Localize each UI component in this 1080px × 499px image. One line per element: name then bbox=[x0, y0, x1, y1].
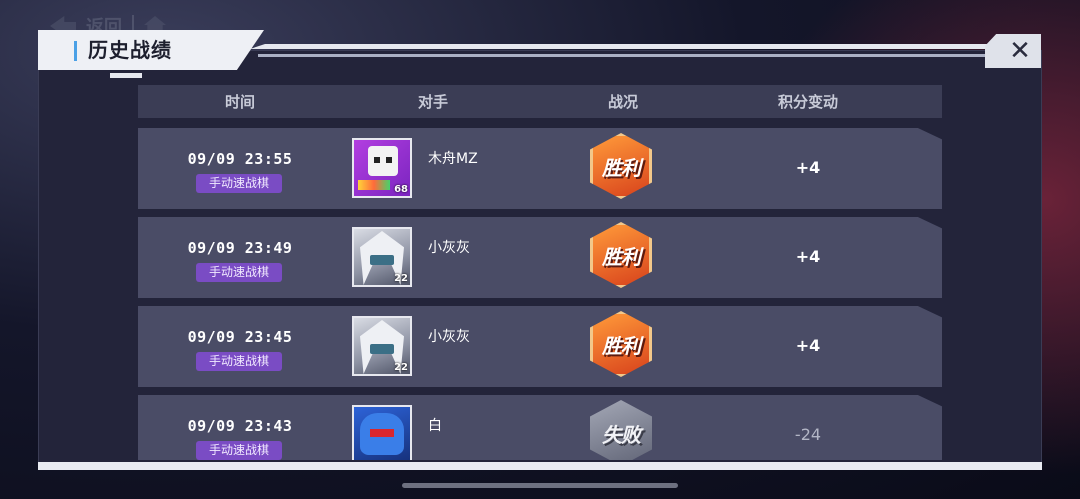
robot-face-icon bbox=[368, 146, 398, 176]
points-change: -24 bbox=[794, 425, 822, 444]
table-row[interactable]: 09/09 23:49 手动速战棋 22 小灰灰 胜利 +4 bbox=[138, 217, 942, 298]
table-header: 时间 对手 战况 积分变动 bbox=[138, 85, 942, 118]
mode-tag: 手动速战棋 bbox=[196, 352, 282, 371]
match-time: 09/09 23:45 bbox=[187, 328, 293, 346]
opponent-name: 小灰灰 bbox=[428, 240, 470, 256]
match-list[interactable]: 09/09 23:55 手动速战棋 68 木舟MZ 胜利 +4 09/09 23… bbox=[138, 128, 942, 460]
result-text: 胜利 bbox=[602, 244, 641, 269]
mode-tag: 手动速战棋 bbox=[196, 174, 282, 193]
mode-tag: 手动速战棋 bbox=[196, 263, 282, 282]
opponent-name: 木舟MZ bbox=[428, 151, 478, 167]
result-badge: 胜利 bbox=[590, 222, 652, 288]
page-title: 历史战绩 bbox=[88, 38, 172, 62]
points-change: +4 bbox=[795, 247, 821, 266]
header-result: 战况 bbox=[607, 93, 638, 111]
table-row[interactable]: 09/09 23:45 手动速战棋 22 小灰灰 胜利 +4 bbox=[138, 306, 942, 387]
header-points: 积分变动 bbox=[777, 93, 838, 111]
header-time: 时间 bbox=[224, 93, 255, 111]
title-accent bbox=[74, 41, 77, 61]
opponent-level: 68 bbox=[394, 184, 408, 195]
mode-tag: 手动速战棋 bbox=[196, 441, 282, 460]
result-badge: 胜利 bbox=[590, 133, 652, 199]
purple-robot-avatar[interactable]: 68 bbox=[352, 138, 412, 198]
match-time: 09/09 23:55 bbox=[187, 150, 293, 168]
opponent-level: 22 bbox=[394, 362, 408, 373]
blue-helmet-avatar[interactable] bbox=[352, 405, 412, 460]
opponent-name: 小灰灰 bbox=[428, 329, 470, 345]
result-badge: 胜利 bbox=[590, 311, 652, 377]
header-opponent: 对手 bbox=[417, 93, 448, 111]
table-row[interactable]: 09/09 23:55 手动速战棋 68 木舟MZ 胜利 +4 bbox=[138, 128, 942, 209]
header-stripe-thin bbox=[258, 54, 994, 57]
mask-shape bbox=[370, 255, 394, 265]
points-change: +4 bbox=[795, 336, 821, 355]
opponent-name: 白 bbox=[428, 418, 442, 434]
deco-bar bbox=[110, 73, 142, 78]
close-icon: ✕ bbox=[1009, 36, 1031, 66]
match-time: 09/09 23:49 bbox=[187, 239, 293, 257]
visor-shape bbox=[370, 429, 394, 437]
panel-bottom-border bbox=[38, 462, 1042, 470]
table-row[interactable]: 09/09 23:43 手动速战棋 白 失败 -24 bbox=[138, 395, 942, 460]
home-indicator[interactable] bbox=[402, 483, 678, 488]
points-change: +4 bbox=[795, 158, 821, 177]
match-time: 09/09 23:43 bbox=[187, 417, 293, 435]
result-badge: 失败 bbox=[590, 400, 652, 460]
white-hair-avatar[interactable]: 22 bbox=[352, 227, 412, 287]
close-button[interactable]: ✕ bbox=[985, 34, 1041, 68]
mask-shape bbox=[370, 344, 394, 354]
result-text: 胜利 bbox=[602, 155, 641, 180]
header-stripe bbox=[250, 44, 1000, 49]
rainbow-band bbox=[358, 180, 390, 190]
white-hair-avatar[interactable]: 22 bbox=[352, 316, 412, 376]
opponent-level: 22 bbox=[394, 273, 408, 284]
result-text: 胜利 bbox=[602, 333, 641, 358]
result-text: 失败 bbox=[602, 422, 641, 447]
